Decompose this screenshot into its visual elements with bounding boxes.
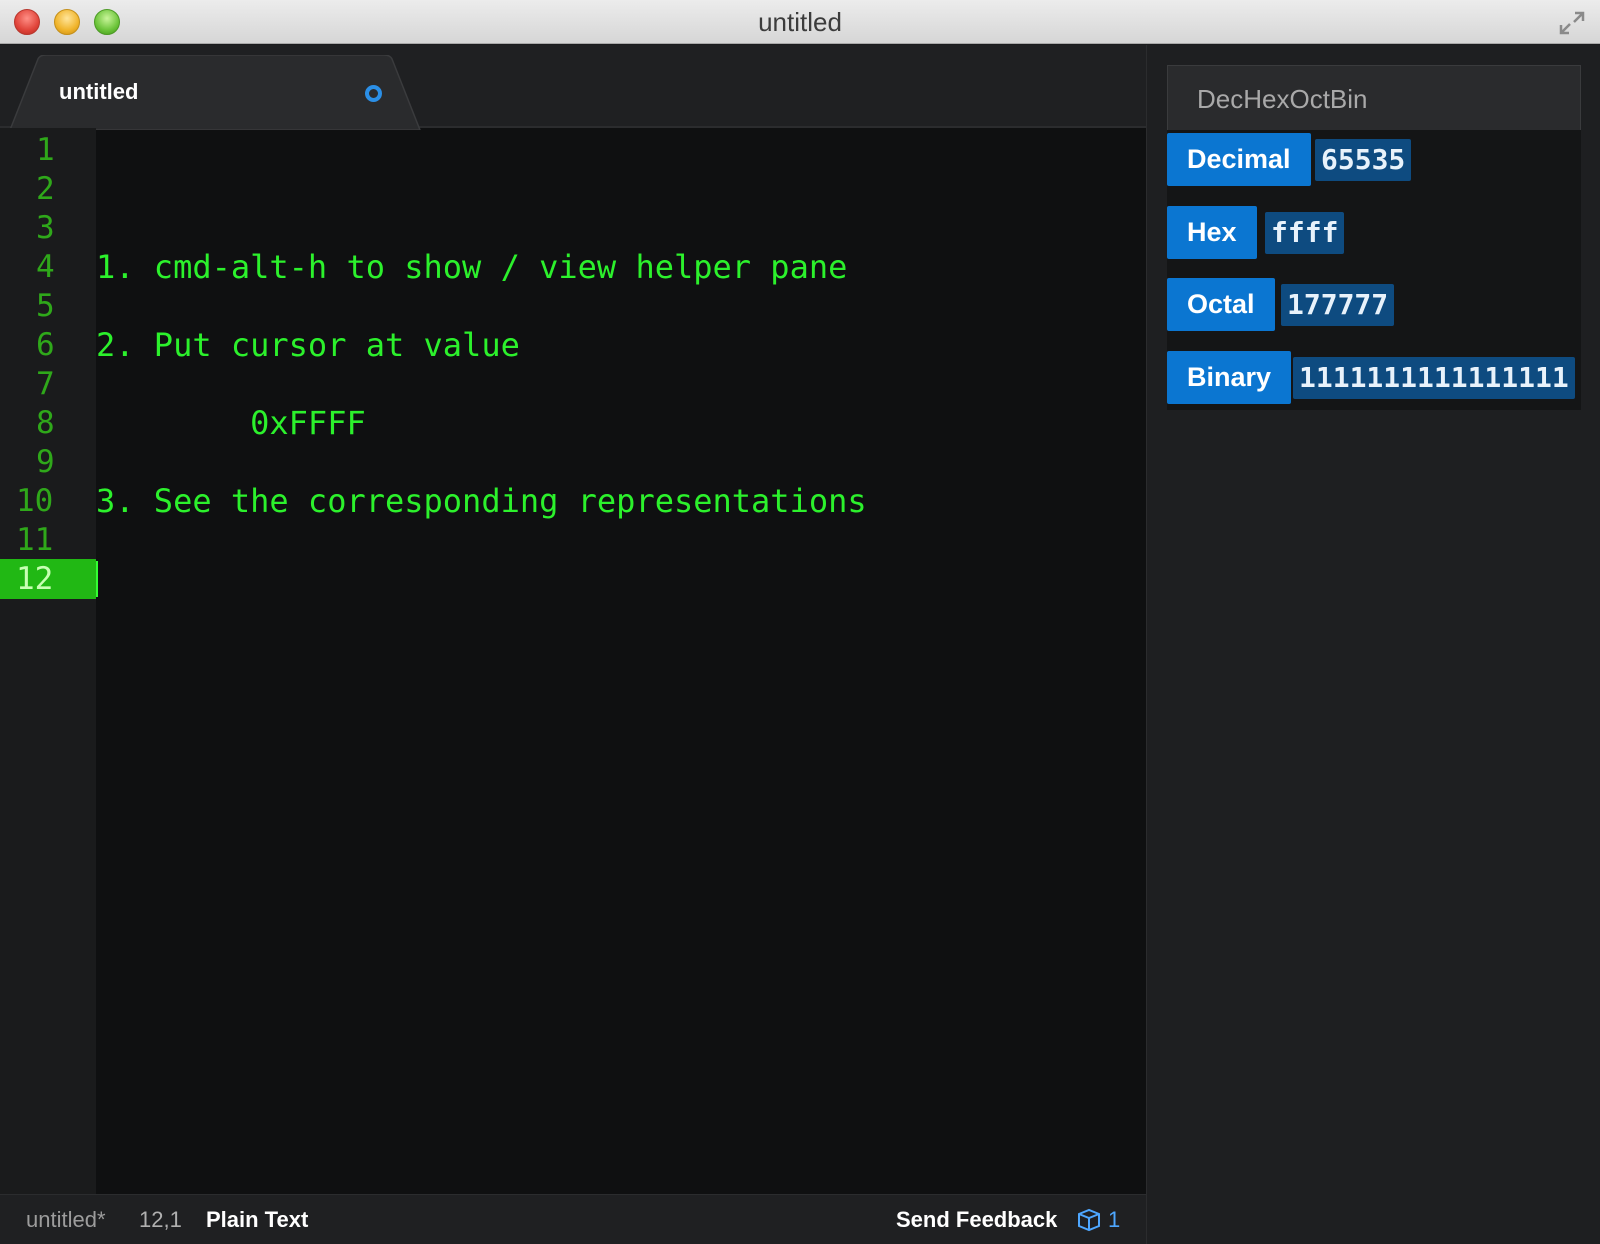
tab-untitled[interactable]: untitled — [10, 55, 428, 130]
line-number: 5 — [36, 288, 55, 324]
binary-button[interactable]: Binary — [1167, 351, 1292, 404]
line-number: 3 — [36, 210, 55, 246]
code-line[interactable]: 2. Put cursor at value — [96, 325, 520, 365]
fullscreen-icon[interactable] — [1558, 10, 1586, 36]
hex-value: ffff — [1265, 212, 1345, 254]
line-number: 9 — [36, 444, 55, 480]
helper-pane-title: DecHexOctBin — [1197, 84, 1368, 114]
tab-label: untitled — [59, 79, 139, 104]
decimal-button[interactable]: Decimal — [1167, 133, 1311, 186]
editor-pane: untitled 1 2 3 4 5 6 7 8 9 10 11 12 1. c… — [0, 45, 1146, 1194]
code-line[interactable]: 3. See the corresponding representations — [96, 481, 867, 521]
send-feedback-link[interactable]: Send Feedback — [896, 1195, 1057, 1244]
line-number: 1 — [36, 132, 55, 168]
modified-dot-icon[interactable] — [365, 85, 382, 102]
line-number: 4 — [36, 249, 55, 285]
binary-value: 1111111111111111 — [1293, 357, 1575, 399]
line-number: 10 — [16, 483, 54, 519]
octal-button[interactable]: Octal — [1167, 278, 1275, 331]
hex-button[interactable]: Hex — [1167, 206, 1257, 259]
status-grammar-selector[interactable]: Plain Text — [206, 1195, 308, 1244]
octal-value: 177777 — [1281, 284, 1395, 326]
window-title: untitled — [758, 7, 842, 37]
code-line[interactable]: 0xFFFF — [96, 403, 366, 443]
line-number-gutter: 1 2 3 4 5 6 7 8 9 10 11 12 — [0, 128, 98, 1194]
helper-pane: DecHexOctBin Decimal 65535 Hex ffff Octa… — [1146, 45, 1600, 1244]
code-line[interactable]: 1. cmd-alt-h to show / view helper pane — [96, 247, 847, 287]
title-bar: untitled — [0, 0, 1600, 44]
package-update-count[interactable]: 1 — [1108, 1195, 1120, 1244]
status-cursor-position[interactable]: 12,1 — [139, 1195, 182, 1244]
line-number: 7 — [36, 366, 55, 402]
status-bar: untitled* 12,1 Plain Text Send Feedback … — [0, 1194, 1146, 1244]
conversion-list: Decimal 65535 Hex ffff Octal 177777 Bina… — [1167, 130, 1581, 410]
decimal-value: 65535 — [1315, 139, 1412, 181]
helper-pane-header: DecHexOctBin — [1167, 65, 1581, 130]
line-number-active: 12 — [0, 559, 98, 599]
code-area[interactable]: 1. cmd-alt-h to show / view helper pane … — [96, 128, 1146, 1194]
status-file-name[interactable]: untitled* — [26, 1195, 106, 1244]
line-number: 6 — [36, 327, 55, 363]
line-number: 11 — [16, 522, 54, 558]
line-number: 2 — [36, 171, 55, 207]
line-number: 8 — [36, 405, 55, 441]
tab-bar: untitled — [0, 45, 1146, 130]
package-icon[interactable] — [1076, 1207, 1102, 1233]
